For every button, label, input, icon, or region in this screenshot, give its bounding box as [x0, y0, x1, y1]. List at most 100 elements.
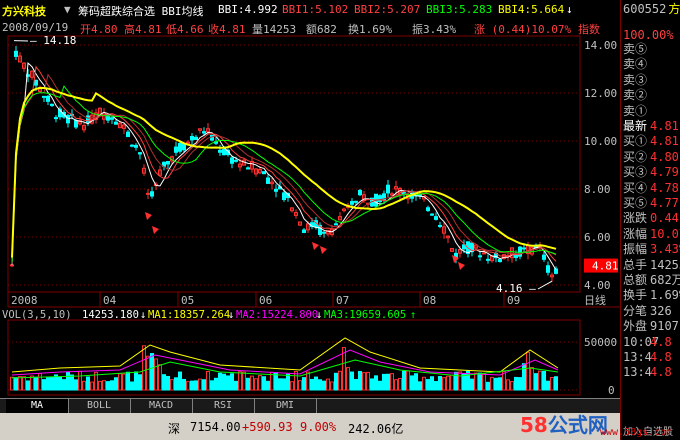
time-label: 04 [103, 294, 117, 307]
time-label: 06 [259, 294, 272, 307]
ma-line-green [11, 85, 557, 263]
volume-bar [214, 377, 218, 391]
quote-row: 买① 4.81 [623, 134, 679, 149]
volume-bar [38, 372, 42, 391]
info-volume: 量14253 [252, 23, 297, 36]
volume-bar [82, 380, 86, 391]
volume-header-text: MA3:19659.605 [324, 309, 406, 321]
quote-row: 13:4 4.8 [623, 350, 672, 364]
volume-bar [382, 373, 386, 391]
stock-name[interactable]: 方兴科技 [2, 3, 46, 19]
quote-row: 买⑤ 4.77 [623, 196, 679, 210]
indicator-name[interactable]: 筹码超跌综合选 BBI均线 [78, 3, 204, 19]
index-button[interactable]: 指数 [578, 21, 600, 36]
quote-row: 卖④ [623, 57, 648, 72]
price-tick: 8.00 [584, 183, 611, 196]
tab-dmi[interactable]: DMI [254, 399, 317, 413]
quote-row: 卖③ [623, 72, 648, 87]
volume-bar [262, 376, 266, 391]
volume-bar [242, 371, 246, 391]
bbi4-value: BBI4:5.664 [498, 3, 565, 16]
candle-body [114, 121, 118, 125]
volume-bar [498, 377, 502, 391]
volume-bar [58, 376, 62, 391]
price-tick: 14.00 [584, 39, 617, 52]
info-bar: 2008/09/19 开4.80 高4.81 低4.66 收4.81 量1425… [0, 20, 620, 36]
volume-bar [514, 376, 518, 391]
volume-bar [542, 370, 546, 391]
volume-bar [206, 370, 210, 391]
volume-bar [90, 381, 94, 391]
chart-header: 方兴科技 ▼ 筹码超跌综合选 BBI均线 BBI:4.992 BBI1:5.10… [0, 0, 620, 20]
quote-row: 总额682万 [623, 273, 680, 287]
volume-header-text: ↓ [140, 309, 146, 321]
candle-body [354, 200, 358, 203]
volume-bar [290, 381, 294, 391]
volume-bar [306, 371, 310, 391]
volume-bar [422, 376, 426, 391]
volume-bar [406, 370, 410, 391]
quote-panel: 600552方兴 100.00% 卖⑤卖④卖③卖②卖①最新4.81买①4.81买… [620, 0, 680, 440]
volume-bar [246, 377, 250, 391]
info-close: 收4.81 [208, 23, 246, 36]
info-date: 2008/09/19 [2, 21, 69, 34]
bbi1-value: BBI1:5.102 [282, 3, 349, 16]
kline-chart[interactable]: 14.00 12.00 10.00 8.00 6.00 4.00 50000 0 2008 04 0… [0, 0, 620, 400]
buy-signal-icon [458, 262, 465, 270]
candle-body [358, 189, 362, 196]
quote-row: 买③ 4.79 [623, 165, 679, 180]
candle-body [230, 157, 234, 164]
candle-body [134, 144, 138, 148]
volume-bar [550, 376, 554, 391]
volume-bar [426, 379, 430, 391]
candle-body [478, 255, 482, 258]
volume-header-text: MA1:18357.264 [148, 309, 230, 321]
candle-body [190, 136, 194, 141]
volume-bar [234, 380, 238, 391]
candle-body [46, 95, 50, 102]
volume-bar [430, 376, 434, 391]
quote-ratio: 100.00% [623, 28, 674, 42]
info-amount: 额682 [306, 23, 337, 36]
buy-signal-icon [320, 246, 327, 254]
price-tick: 12.00 [584, 87, 617, 100]
quote-row: 13:4 4.8 [623, 365, 672, 380]
candle-body [274, 188, 278, 192]
quote-row: 10:07 4.8 [623, 334, 672, 349]
volume-bar [318, 379, 322, 391]
indicator-dropdown-icon[interactable]: ▼ [64, 3, 71, 16]
candle-body [322, 231, 326, 234]
info-amplitude: 振3.43% [412, 23, 457, 36]
volume-bar [114, 377, 118, 391]
tab-rsi[interactable]: RSI [192, 399, 255, 413]
volume-bar [518, 377, 522, 391]
tab-macd[interactable]: MACD [130, 399, 193, 413]
info-change: 涨 (0.44)10.07% [474, 23, 572, 36]
quote-row: 外盘 9107 [623, 319, 679, 334]
volume-bar [218, 372, 222, 391]
volume-bar [42, 379, 46, 391]
volume-bar [22, 376, 26, 391]
candle-body [302, 229, 306, 234]
candle-body [14, 50, 18, 57]
candle-body [182, 143, 186, 151]
volume-bar [198, 378, 202, 391]
volume-bar [350, 371, 354, 391]
volume-bar [62, 379, 66, 391]
volume-bar [202, 379, 206, 391]
volume-bar [334, 372, 338, 391]
volume-bar [482, 373, 486, 391]
volume-bar [142, 345, 146, 391]
volume-bar [162, 374, 166, 391]
volume-bar [418, 381, 422, 391]
volume-bar [446, 375, 450, 391]
candle-body [194, 136, 198, 141]
tab-boll[interactable]: BOLL [68, 399, 131, 413]
volume-bar [158, 364, 162, 391]
volume-bar [522, 363, 526, 391]
tab-ma[interactable]: MA [6, 399, 69, 413]
volume-bar [14, 377, 18, 391]
quote-row: 换手1.69% [623, 288, 680, 303]
volume-bar [534, 373, 538, 391]
candle-body [262, 171, 266, 175]
